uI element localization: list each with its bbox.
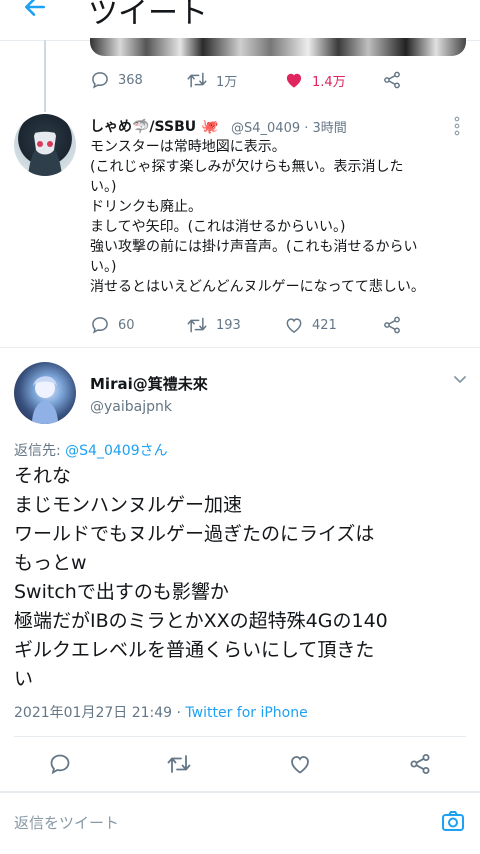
like-count: 1.4万 xyxy=(312,74,346,90)
reply-icon xyxy=(92,72,108,89)
reply-context: 返信先: @S4_0409さん xyxy=(14,440,168,460)
share-button[interactable] xyxy=(408,752,432,780)
camera-icon[interactable] xyxy=(440,808,466,838)
tweet-line: 極端だがIBのミラとかXXの超特殊4Gの140 xyxy=(14,610,388,632)
reply-button[interactable] xyxy=(48,752,72,780)
avatar[interactable] xyxy=(14,114,76,176)
timestamp-text: 2021年01月27日 21:49 · xyxy=(14,705,186,721)
avatar[interactable] xyxy=(14,362,76,424)
heart-icon xyxy=(291,756,309,774)
reply-to-link[interactable]: @S4_0409さん xyxy=(65,443,167,459)
top-bar: ツイート xyxy=(0,0,480,41)
like-action[interactable]: 421 xyxy=(284,315,337,335)
heart-icon xyxy=(286,318,302,333)
source-link[interactable]: Twitter for iPhone xyxy=(185,705,307,721)
reply-icon xyxy=(50,754,70,775)
tweet-line: ましてや矢印。(これは消せるからいい。) xyxy=(90,219,346,235)
retweet-icon xyxy=(167,755,191,773)
share-action[interactable] xyxy=(382,70,402,90)
heart-filled-icon xyxy=(286,73,302,88)
page-title: ツイート xyxy=(88,0,208,31)
reply-icon xyxy=(92,317,108,334)
chevron-down-icon[interactable] xyxy=(452,372,468,391)
reply-count: 60 xyxy=(118,317,135,333)
retweet-count: 1万 xyxy=(216,74,238,90)
tweet-line: 消せるとはいえどんどんヌルゲーになってて悲しい。 xyxy=(90,279,425,295)
like-button[interactable] xyxy=(288,752,312,780)
like-count: 421 xyxy=(312,317,337,333)
author-handle[interactable]: @yaibajpnk xyxy=(90,399,172,415)
tweet-line: ワールドでもヌルゲー過ぎたのにライズは xyxy=(14,523,375,545)
tweet-line: モンスターは常時地図に表示。 xyxy=(90,139,286,155)
tweet-line: Switchで出すのも影響か xyxy=(14,581,229,603)
retweet-action[interactable]: 193 xyxy=(186,315,241,335)
tweet-line: い。) xyxy=(90,259,117,275)
share-icon xyxy=(384,316,400,334)
retweet-icon xyxy=(187,72,207,88)
divider xyxy=(14,736,466,737)
reply-input[interactable]: 返信をツイート xyxy=(14,812,119,833)
like-action[interactable]: 1.4万 xyxy=(284,70,346,90)
tweet-line: 強い攻撃の前には掛け声音声。(これも消せるからい xyxy=(90,239,418,255)
share-icon xyxy=(384,71,400,89)
tweet-line: い。) xyxy=(90,179,117,195)
reply-prefix: 返信先: xyxy=(14,443,66,459)
reply-action[interactable]: 60 xyxy=(90,315,135,335)
tweet-line: (これじゃ探す楽しみが欠けらも無い。表示消した xyxy=(90,159,404,175)
author-name[interactable]: Mirai@箕禮未來 xyxy=(90,373,208,394)
handle-text: @S4_0409 xyxy=(231,121,301,136)
author-name[interactable]: しゃめ🦈/SSBU 🐙 xyxy=(90,116,218,136)
tweet-line: もっとw xyxy=(14,552,87,574)
divider xyxy=(0,791,480,793)
retweet-count: 193 xyxy=(216,317,241,333)
divider xyxy=(0,347,480,348)
back-arrow-icon[interactable] xyxy=(22,0,48,24)
tweet-line: ドリンクも廃止。 xyxy=(90,199,202,215)
tweet-text: それな まじモンハンヌルゲー加速 ワールドでもヌルゲー過ぎたのにライズは もっと… xyxy=(14,462,470,694)
tweet-line: まじモンハンヌルゲー加速 xyxy=(14,494,243,516)
share-icon xyxy=(410,754,430,774)
tweet-line: それな xyxy=(14,465,72,487)
reply-count: 368 xyxy=(118,72,143,88)
tweet-media-image[interactable] xyxy=(90,38,466,56)
tweet-text: モンスターは常時地図に表示。 (これじゃ探す楽しみが欠けらも無い。表示消した い… xyxy=(90,137,470,297)
tweet-timestamp: 2021年01月27日 21:49 · Twitter for iPhone xyxy=(14,702,308,722)
thread-connector-line xyxy=(44,40,46,112)
retweet-action[interactable]: 1万 xyxy=(186,70,237,90)
author-handle[interactable]: @S4_0409 · 3時間 xyxy=(231,117,347,136)
separator-dot: · xyxy=(304,121,309,136)
retweet-button[interactable] xyxy=(166,752,192,780)
retweet-icon xyxy=(187,317,207,333)
share-action[interactable] xyxy=(382,315,402,335)
tweet-line: い xyxy=(14,668,34,690)
reply-action[interactable]: 368 xyxy=(90,70,143,90)
tweet-time: 3時間 xyxy=(312,121,347,136)
tweet-line: ギルクエレベルを普通くらいにして頂きた xyxy=(14,639,375,661)
